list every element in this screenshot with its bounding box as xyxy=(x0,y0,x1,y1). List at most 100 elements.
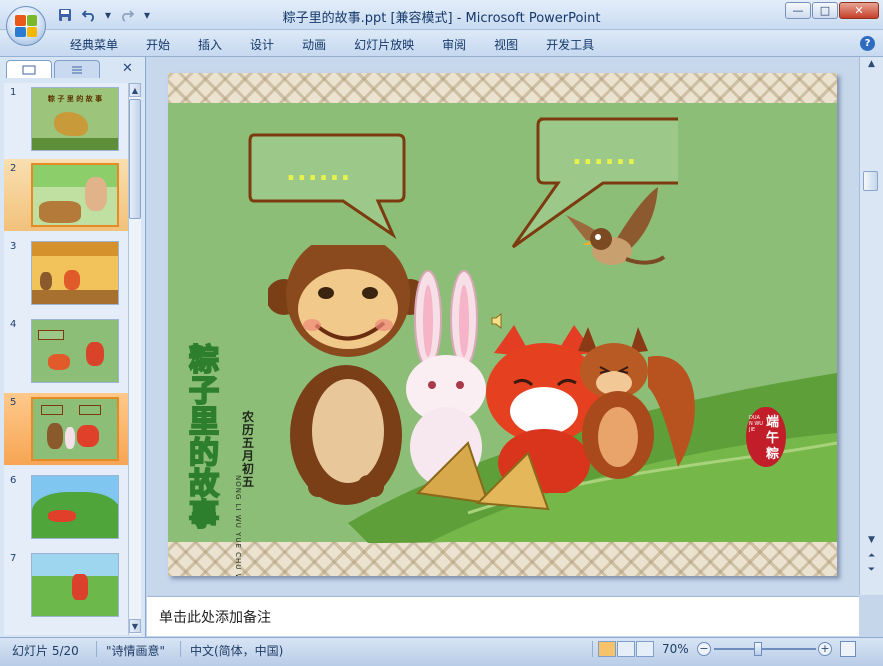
thumb-image xyxy=(31,553,119,617)
bird-illustration xyxy=(566,187,666,265)
slide-thumbnail-4[interactable]: 4 xyxy=(4,315,128,387)
office-button[interactable] xyxy=(6,6,46,46)
scroll-thumb[interactable] xyxy=(129,99,141,219)
current-slide[interactable]: ...... ...... 粽 子 里 的 故 事 农 历 五 月 初 五 NO… xyxy=(168,73,837,576)
floor-shape xyxy=(32,290,118,304)
divider xyxy=(96,641,97,657)
theme-name[interactable]: "诗情画意" xyxy=(106,642,165,659)
notes-pane[interactable]: 单击此处添加备注 xyxy=(147,596,859,636)
monkey-shape xyxy=(47,423,63,449)
rabbit-shape xyxy=(65,427,75,449)
speech-bubble-right-text: ...... xyxy=(572,141,638,171)
table-shape xyxy=(39,201,81,223)
slide-number: 2 xyxy=(10,163,17,174)
fox-shape xyxy=(64,270,80,290)
slide-thumbnail-5[interactable]: 5 xyxy=(4,393,128,465)
slide-show-icon[interactable] xyxy=(636,641,654,657)
title-char-1: 粽 xyxy=(188,343,220,378)
slide-thumbnail-1[interactable]: 1 粽 子 里 的 故 事 xyxy=(4,83,128,155)
slide-thumbnail-7[interactable]: 7 xyxy=(4,549,128,621)
window-controls: — □ ✕ xyxy=(785,2,879,19)
close-panel-icon[interactable]: ✕ xyxy=(122,61,133,76)
previous-slide-icon[interactable]: ⏶ xyxy=(864,551,879,565)
leaf-shape xyxy=(32,138,118,150)
scroll-down-icon[interactable]: ▼ xyxy=(864,535,879,549)
slides-thumbnail-list: 1 粽 子 里 的 故 事 2 3 4 5 6 7 xyxy=(4,83,128,635)
normal-view-icon[interactable] xyxy=(598,641,616,657)
title-bar: ▾ ▾ 粽子里的故事.ppt [兼容模式] - Microsoft PowerP… xyxy=(0,0,883,30)
tab-design[interactable]: 设计 xyxy=(236,36,288,53)
speaker-icon[interactable] xyxy=(490,313,506,329)
tab-home[interactable]: 开始 xyxy=(132,36,184,53)
child-shape xyxy=(72,574,88,600)
scroll-up-icon[interactable]: ▲ xyxy=(129,83,141,97)
title-char-3: 里 xyxy=(188,405,220,440)
window-title: 粽子里的故事.ppt [兼容模式] - Microsoft PowerPoint xyxy=(282,11,601,26)
scroll-up-icon[interactable]: ▲ xyxy=(864,59,879,73)
squirrel-illustration xyxy=(578,327,695,479)
tab-outline[interactable] xyxy=(54,60,100,78)
zoom-slider[interactable] xyxy=(714,642,816,656)
notes-placeholder[interactable]: 单击此处添加备注 xyxy=(159,607,271,627)
tab-view[interactable]: 视图 xyxy=(480,36,532,53)
thumb-image xyxy=(31,397,119,461)
monkey-shape xyxy=(40,272,52,290)
ribbon-tabs-bar: 经典菜单 开始 插入 设计 动画 幻灯片放映 审阅 视图 开发工具 ? xyxy=(0,30,883,57)
tab-review[interactable]: 审阅 xyxy=(428,36,480,53)
badge-char-3: 粽 xyxy=(766,447,780,462)
tab-developer[interactable]: 开发工具 xyxy=(532,36,608,53)
slide-number: 3 xyxy=(10,241,17,252)
slides-scrollbar[interactable]: ▲ ▼ xyxy=(128,83,141,635)
tab-slide-show[interactable]: 幻灯片放映 xyxy=(340,36,428,53)
zongzi-shape xyxy=(54,112,88,136)
thumb-image: 粽 子 里 的 故 事 xyxy=(31,87,119,151)
lunar-date-pinyin: NONG LI WU YUE CHU WU xyxy=(234,475,242,576)
zoom-in-icon[interactable]: + xyxy=(818,642,832,656)
fox-shape xyxy=(48,510,76,522)
scroll-thumb[interactable] xyxy=(863,171,878,191)
tab-animations[interactable]: 动画 xyxy=(288,36,340,53)
slide-thumbnail-3[interactable]: 3 xyxy=(4,237,128,309)
close-button[interactable]: ✕ xyxy=(839,2,879,19)
minimize-button[interactable]: — xyxy=(785,2,811,19)
thumb-roof xyxy=(32,242,118,256)
title-char-2: 子 xyxy=(188,374,220,409)
title-char-6: 事 xyxy=(188,498,220,533)
editor-scrollbar[interactable]: ▲ ▼ ⏶ ⏷ xyxy=(859,57,883,595)
thumb-image xyxy=(31,319,119,383)
office-logo-icon xyxy=(15,15,37,37)
thumb-caption: 粽 子 里 的 故 事 xyxy=(47,95,103,103)
slide-thumbnail-6[interactable]: 6 xyxy=(4,471,128,543)
slide-number: 5 xyxy=(10,397,17,408)
restore-button[interactable]: □ xyxy=(812,2,838,19)
title-char-5: 故 xyxy=(188,467,220,502)
tab-slides-thumbnails[interactable] xyxy=(6,60,52,78)
divider xyxy=(180,641,181,657)
badge-pinyin: DUAN WU JIE xyxy=(749,415,763,433)
zoom-out-icon[interactable]: − xyxy=(697,642,711,656)
scroll-down-icon[interactable]: ▼ xyxy=(129,619,141,633)
thumb-bubble-right xyxy=(79,405,101,415)
tab-insert[interactable]: 插入 xyxy=(184,36,236,53)
zoom-level[interactable]: 70% xyxy=(662,642,689,656)
status-bar: 幻灯片 5/20 "诗情画意" 中文(简体，中国) 70% − + xyxy=(0,637,883,666)
slide-sorter-icon[interactable] xyxy=(617,641,635,657)
panel-tabs: ✕ xyxy=(6,60,140,80)
fox-shape xyxy=(48,354,70,370)
next-slide-icon[interactable]: ⏷ xyxy=(864,565,879,579)
speech-bubble-left xyxy=(248,133,406,240)
slide-count: 幻灯片 5/20 xyxy=(12,644,79,658)
language[interactable]: 中文(简体，中国) xyxy=(190,642,283,659)
fox-shape xyxy=(77,425,99,447)
tab-classic-menu[interactable]: 经典菜单 xyxy=(56,36,132,53)
fit-to-window-icon[interactable] xyxy=(840,641,856,657)
speech-bubble-left-text: ...... xyxy=(286,157,352,187)
help-icon[interactable]: ? xyxy=(860,36,875,51)
slide-number: 4 xyxy=(10,319,17,330)
slide-thumbnail-2[interactable]: 2 xyxy=(4,159,128,231)
thumb-image xyxy=(31,241,119,305)
slide-number: 6 xyxy=(10,475,17,486)
zoom-slider-thumb[interactable] xyxy=(754,642,763,656)
thumb-bubble xyxy=(38,330,64,340)
title-char-4: 的 xyxy=(188,436,220,471)
